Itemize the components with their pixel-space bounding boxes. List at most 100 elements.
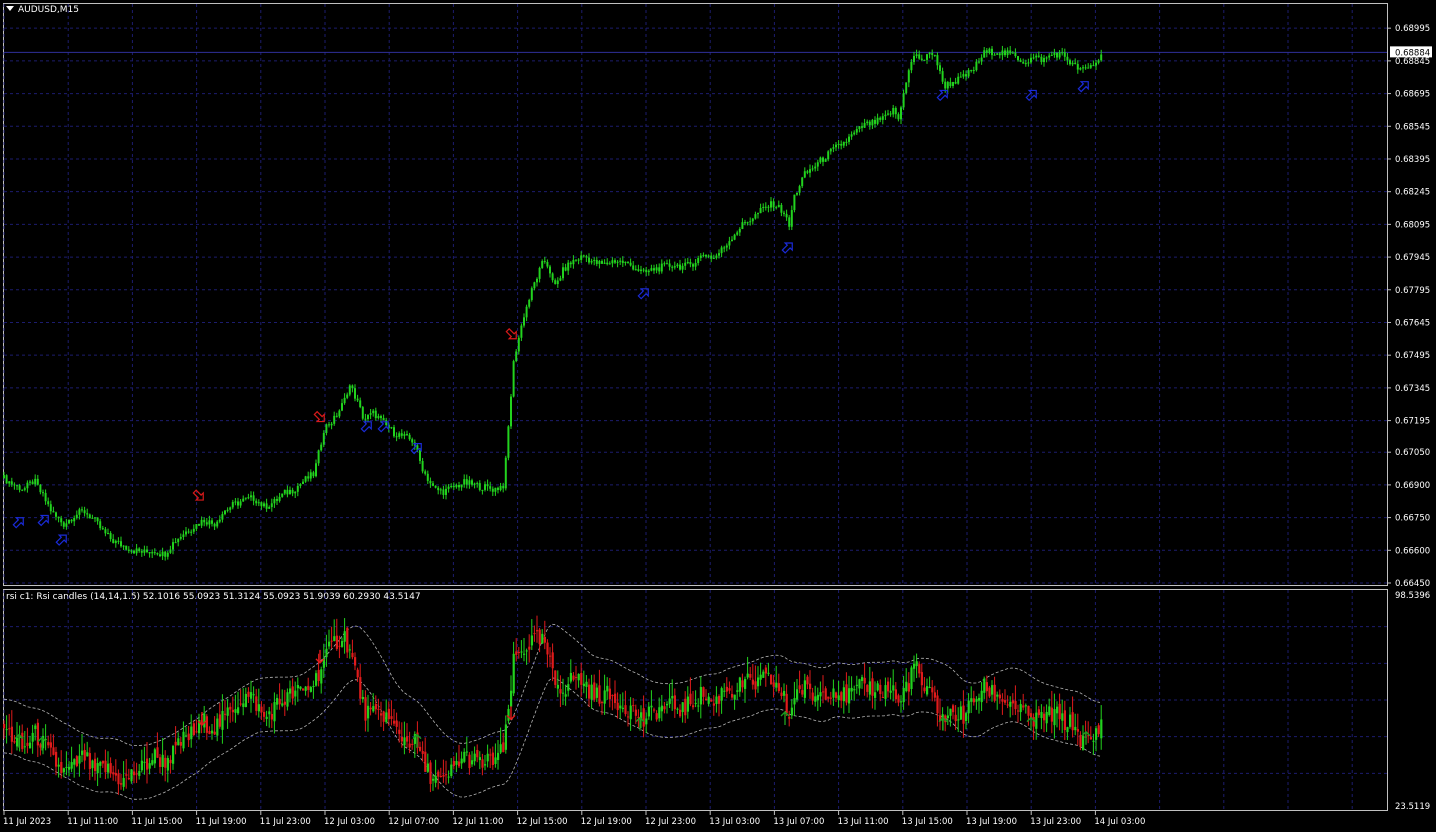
- price-candle: [913, 55, 915, 62]
- rsi-candle: [650, 705, 653, 708]
- price-candle: [406, 434, 408, 436]
- price-candle: [361, 407, 364, 419]
- price-candle: [983, 50, 986, 58]
- price-candle: [684, 262, 687, 266]
- price-candle: [585, 256, 588, 258]
- rsi-candle: [931, 687, 934, 693]
- rsi-candle: [445, 774, 448, 776]
- rsi-candle: [1045, 711, 1048, 724]
- rsi-candle: [809, 683, 812, 690]
- rsi-candle: [504, 724, 507, 750]
- rsi-candle: [382, 711, 385, 722]
- rsi-candle: [993, 684, 996, 701]
- price-candle: [86, 513, 89, 515]
- rsi-candle: [681, 702, 684, 713]
- price-candle: [153, 552, 156, 554]
- rsi-candle: [49, 742, 52, 748]
- price-candle: [725, 245, 728, 248]
- price-candle: [1032, 57, 1035, 59]
- price-axis-label: 0.67495: [1395, 351, 1430, 361]
- price-candle: [645, 269, 648, 273]
- price-candle: [432, 483, 434, 486]
- rsi-candle: [109, 763, 112, 774]
- price-candle: [790, 210, 793, 227]
- rsi-candle: [478, 757, 481, 761]
- price-candle: [138, 548, 141, 552]
- price-candle: [174, 542, 177, 544]
- buy-signal-arrow: [55, 534, 67, 546]
- rsi-candle: [455, 761, 458, 765]
- price-candle: [751, 218, 754, 222]
- time-axis-label: 14 Jul 03:00: [1094, 817, 1145, 827]
- price-candle: [1030, 57, 1032, 63]
- time-axis-label: 12 Jul 15:00: [517, 817, 568, 827]
- price-candle: [757, 213, 759, 215]
- price-candle: [81, 509, 83, 511]
- price-candle: [871, 119, 874, 126]
- price-candle: [447, 486, 450, 489]
- price-candle: [372, 410, 375, 414]
- price-candle: [811, 168, 814, 170]
- rsi-candle: [476, 749, 479, 758]
- price-candle: [1040, 56, 1043, 63]
- price-candle: [218, 519, 221, 522]
- rsi-candle: [133, 771, 136, 776]
- rsi-candle: [491, 752, 494, 766]
- price-candle: [94, 517, 96, 519]
- rsi-candle: [57, 764, 60, 767]
- price-candle: [728, 241, 731, 246]
- price-candle: [705, 255, 707, 257]
- price-candle: [458, 485, 460, 488]
- rsi-candle: [970, 698, 973, 702]
- rsi-candle: [369, 707, 372, 710]
- rsi-candle: [577, 673, 580, 681]
- price-candle: [494, 487, 497, 492]
- rsi-candle: [884, 685, 887, 699]
- rsi-candle: [647, 706, 650, 717]
- price-candle: [673, 266, 676, 268]
- rsi-candle: [634, 709, 637, 716]
- rsi-candle: [855, 684, 858, 686]
- rsi-candle: [772, 682, 775, 687]
- rsi-candle: [400, 736, 403, 742]
- price-candle: [614, 260, 616, 263]
- rsi-candle: [242, 703, 245, 707]
- price-candle: [549, 266, 551, 274]
- price-candle: [611, 260, 614, 264]
- rsi-candle: [845, 684, 848, 703]
- rsi-candle: [96, 763, 99, 774]
- rsi-candle: [62, 768, 65, 773]
- rsi-candle: [159, 757, 162, 767]
- rsi-candle: [411, 743, 414, 746]
- price-candle: [892, 108, 895, 115]
- price-candle: [1087, 67, 1090, 69]
- rsi-candle: [255, 696, 258, 711]
- rsi-candle: [304, 686, 307, 691]
- price-candle: [803, 171, 806, 178]
- price-candle: [845, 141, 848, 143]
- rsi-candle: [842, 687, 845, 702]
- price-candle: [507, 426, 510, 458]
- price-candle: [382, 418, 385, 421]
- rsi-candle: [655, 713, 658, 720]
- price-candle: [47, 501, 50, 505]
- rsi-candle: [754, 681, 757, 690]
- price-candle: [598, 261, 601, 264]
- rsi-candle: [359, 677, 362, 699]
- price-candle: [231, 502, 234, 508]
- price-candle: [780, 204, 783, 213]
- rsi-candle: [619, 705, 622, 709]
- price-candle: [450, 486, 453, 488]
- rsi-candle: [143, 761, 146, 763]
- time-axis-label: 12 Jul 03:00: [324, 817, 375, 827]
- price-candle: [512, 361, 515, 397]
- price-candle: [468, 480, 471, 485]
- price-candle: [304, 476, 307, 482]
- rsi-candle: [1050, 707, 1053, 722]
- price-candle: [278, 496, 281, 501]
- rsi-upper-band: [3, 623, 1101, 747]
- rsi-candle: [806, 676, 809, 685]
- rsi-candle: [962, 705, 965, 724]
- price-candle: [393, 427, 395, 437]
- price-candle: [569, 262, 572, 265]
